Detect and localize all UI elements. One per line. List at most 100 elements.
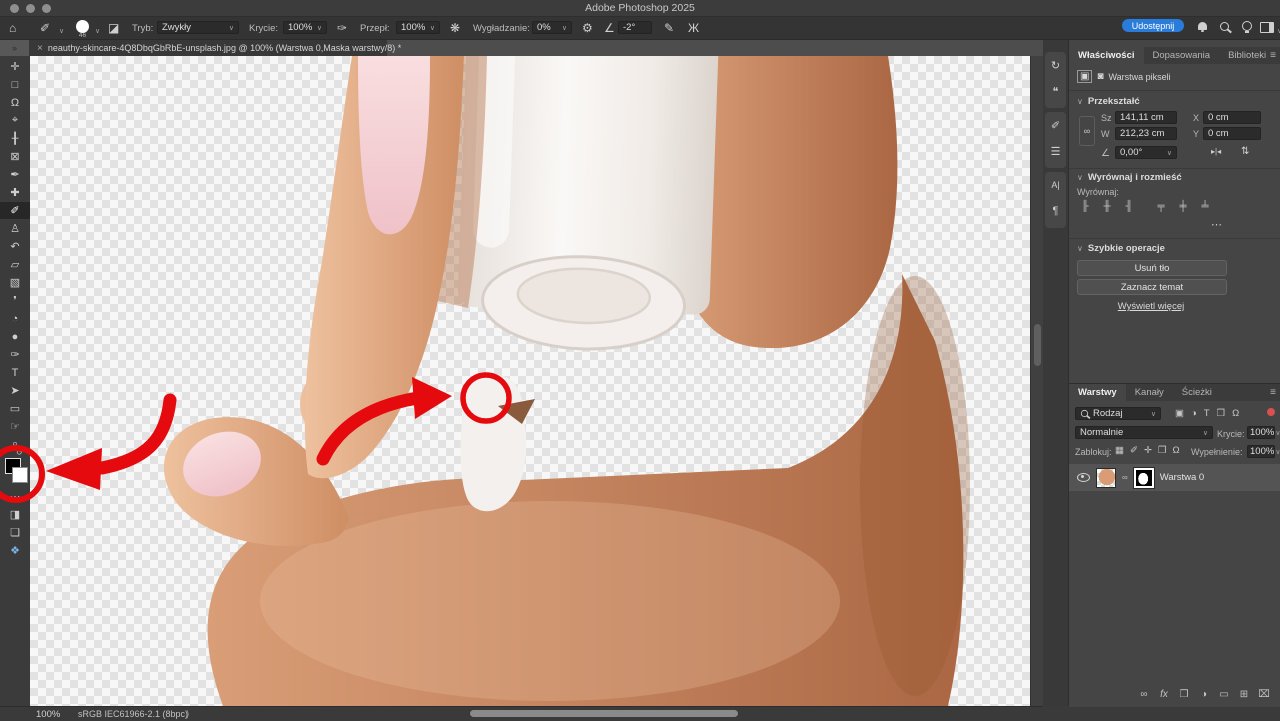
history-brush-tool[interactable]: ↶ <box>0 238 30 255</box>
tab-paths[interactable]: Ścieżki <box>1173 384 1221 401</box>
layer-row[interactable]: ∞ Warstwa 0 <box>1069 464 1280 491</box>
zoom-level-field[interactable]: 100% <box>36 709 60 720</box>
y-input[interactable]: 0 cm <box>1203 127 1261 140</box>
airbrush-icon[interactable]: ❋ <box>450 20 460 36</box>
flip-horizontal-icon[interactable]: ▸|◂ <box>1211 147 1221 156</box>
pixel-layer-icon[interactable]: ▣ <box>1077 70 1092 83</box>
move-tool[interactable]: ✛ <box>0 58 30 75</box>
crop-tool[interactable]: ╂ <box>0 130 30 147</box>
panel-menu-icon[interactable]: ≡ <box>1270 50 1276 61</box>
pen-tool[interactable]: ✑ <box>0 346 30 363</box>
lock-position-icon[interactable]: ✛ <box>1144 445 1152 456</box>
close-tab-icon[interactable]: × <box>37 43 43 54</box>
filter-smart-icon[interactable]: Ω <box>1232 408 1239 419</box>
remove-background-button[interactable]: Usuń tło <box>1077 260 1227 276</box>
filter-toggle-icon[interactable] <box>1267 408 1275 416</box>
x-input[interactable]: 0 cm <box>1203 111 1261 124</box>
filter-pixel-icon[interactable]: ▣ <box>1175 408 1184 419</box>
horizontal-scrollbar-thumb[interactable] <box>470 710 738 717</box>
tab-properties[interactable]: Właściwości <box>1069 47 1144 64</box>
clone-stamp-tool[interactable]: ♙ <box>0 220 30 237</box>
align-right-icon[interactable]: ╢ <box>1121 201 1137 212</box>
gear-icon[interactable]: ⚙ <box>582 20 593 36</box>
toolbar-overflow-icon[interactable]: » <box>0 40 29 56</box>
history-icon[interactable]: ↻ <box>1045 52 1066 78</box>
tab-layers[interactable]: Warstwy <box>1069 384 1126 401</box>
angle-select[interactable]: 0,00° ∨ <box>1115 146 1177 159</box>
smoothing-select[interactable]: 0% ∨ <box>532 21 572 34</box>
filter-shape-icon[interactable]: ❒ <box>1217 408 1226 419</box>
lock-all-icon[interactable]: Ω <box>1172 445 1179 456</box>
brush-size-chevron-icon[interactable]: ∨ <box>95 24 100 40</box>
pressure-opacity-icon[interactable]: ✑ <box>337 20 347 36</box>
brush-tool[interactable]: ✐ <box>0 202 30 219</box>
align-bottom-icon[interactable]: ╧ <box>1197 201 1213 212</box>
lock-transparent-icon[interactable]: ▦ <box>1115 445 1124 456</box>
search-icon[interactable] <box>1220 22 1229 34</box>
workspace-icon[interactable] <box>1260 22 1274 36</box>
lasso-tool[interactable]: Ω <box>0 94 30 111</box>
blur-tool[interactable]: ❜ <box>0 292 30 309</box>
align-top-icon[interactable]: ╤ <box>1153 201 1169 212</box>
fill-select[interactable]: 100% ∨ <box>1247 445 1275 458</box>
canvas[interactable] <box>30 56 1030 706</box>
marquee-tool[interactable]: □ <box>0 76 30 93</box>
status-chevron-icon[interactable]: ⟩ <box>186 709 190 720</box>
dodge-tool[interactable]: ◔ <box>0 310 30 327</box>
path-selection-tool[interactable]: ➤ <box>0 382 30 399</box>
filter-type-icon[interactable]: T <box>1204 408 1210 419</box>
swap-colors-icon[interactable]: ↺ <box>16 448 23 457</box>
extra-tool-icon[interactable]: ❖ <box>0 542 30 559</box>
brush-settings-icon[interactable]: ☰ <box>1045 138 1066 164</box>
type-tool[interactable]: T <box>0 364 30 381</box>
link-layers-icon[interactable]: ∞ <box>1135 689 1153 700</box>
transform-section-header[interactable]: ∨Przekształć <box>1077 96 1140 107</box>
hand-tool[interactable]: ☞ <box>0 418 30 435</box>
symmetry-icon[interactable]: Ж <box>688 20 699 36</box>
brushes-icon[interactable]: ✐ <box>1045 112 1066 138</box>
eraser-tool[interactable]: ▱ <box>0 256 30 273</box>
width-input[interactable]: 141,11 cm <box>1115 111 1177 124</box>
mode-select[interactable]: Zwykły ∨ <box>157 21 239 34</box>
vertical-scrollbar[interactable] <box>1030 56 1044 706</box>
background-color-swatch[interactable] <box>12 467 28 483</box>
height-input[interactable]: 212,23 cm <box>1115 127 1177 140</box>
lock-artboard-icon[interactable]: ❒ <box>1158 445 1167 456</box>
home-icon[interactable]: ⌂ <box>9 20 16 36</box>
bell-icon[interactable] <box>1198 22 1207 33</box>
layers-opacity-select[interactable]: 100% ∨ <box>1247 426 1275 439</box>
brush-panel-toggle-icon[interactable]: ◪ <box>108 20 119 36</box>
flip-vertical-icon[interactable]: ⇅ <box>1241 146 1249 157</box>
pressure-size-icon[interactable]: ✎ <box>664 20 674 36</box>
layer-fx-icon[interactable]: fx <box>1155 689 1173 700</box>
tab-adjustments[interactable]: Dopasowania <box>1144 47 1220 64</box>
more-tools-icon[interactable]: ⋯ <box>0 488 30 505</box>
screen-mode-icon[interactable]: ❏ <box>0 524 30 541</box>
eyedropper-tool[interactable]: ✒ <box>0 166 30 183</box>
layers-panel-menu-icon[interactable]: ≡ <box>1270 387 1276 398</box>
lightbulb-icon[interactable] <box>1242 21 1252 34</box>
comment-icon[interactable]: ❝ <box>1045 78 1066 104</box>
vertical-scrollbar-thumb[interactable] <box>1034 324 1041 366</box>
align-left-icon[interactable]: ╟ <box>1077 201 1093 212</box>
quick-mask-icon[interactable]: ◨ <box>0 506 30 523</box>
burn-tool[interactable]: ● <box>0 328 30 345</box>
align-more-icon[interactable]: ⋯ <box>1211 218 1222 231</box>
flow-select[interactable]: 100% ∨ <box>396 21 440 34</box>
object-selection-tool[interactable]: ⌖ <box>0 112 30 129</box>
angle-input[interactable]: -2° <box>618 21 652 34</box>
align-center-v-icon[interactable]: ╪ <box>1175 201 1191 212</box>
new-layer-icon[interactable]: ⊞ <box>1235 689 1253 700</box>
opacity-select[interactable]: 100% ∨ <box>283 21 327 34</box>
blend-mode-select[interactable]: Normalnie ∨ <box>1075 426 1213 439</box>
frame-tool[interactable]: ⊠ <box>0 148 30 165</box>
healing-brush-tool[interactable]: ✚ <box>0 184 30 201</box>
character-icon[interactable]: A| <box>1045 172 1066 198</box>
document-tab[interactable]: × neauthy-skincare-4Q8DbqGbRbE-unsplash.… <box>29 40 387 56</box>
new-adjustment-icon[interactable]: ◑ <box>1195 689 1213 700</box>
layer-visibility-icon[interactable] <box>1077 473 1090 482</box>
filter-adjustment-icon[interactable]: ◑ <box>1191 408 1197 419</box>
align-section-header[interactable]: ∨Wyrównaj i rozmieść <box>1077 172 1182 183</box>
delete-layer-icon[interactable]: ⌧ <box>1255 689 1273 700</box>
layer-name[interactable]: Warstwa 0 <box>1160 472 1205 483</box>
